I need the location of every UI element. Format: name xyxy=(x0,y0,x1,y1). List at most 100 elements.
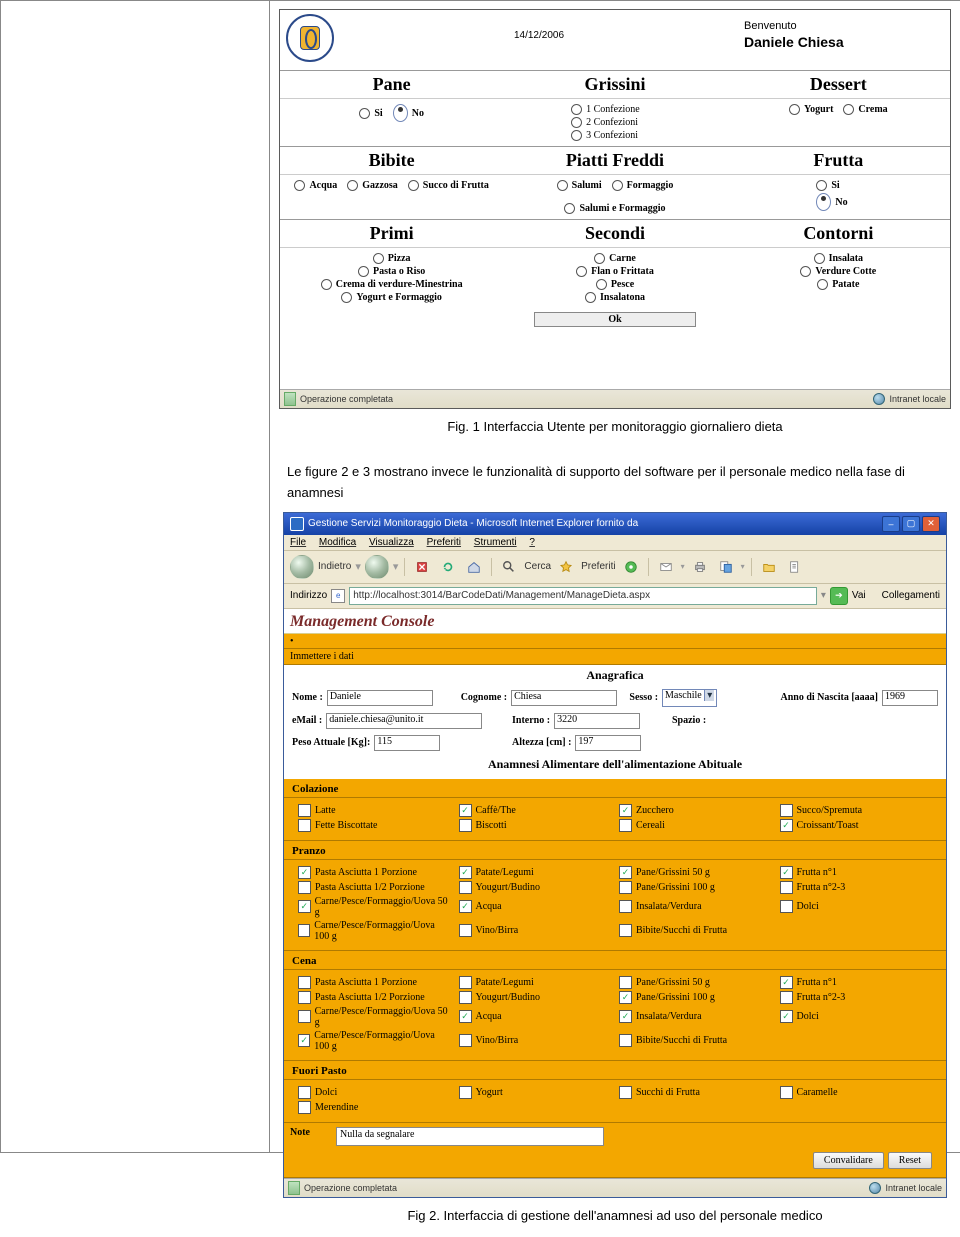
checkbox[interactable] xyxy=(780,804,793,817)
checkbox[interactable]: ✓ xyxy=(780,1010,793,1023)
radio-primi-pizza[interactable] xyxy=(373,253,384,264)
checkbox[interactable] xyxy=(459,1086,472,1099)
checkbox[interactable] xyxy=(780,991,793,1004)
radio-secondi-carne[interactable] xyxy=(594,253,605,264)
menu-preferiti[interactable]: Preferiti xyxy=(427,537,461,548)
go-button[interactable]: ➔ xyxy=(830,587,848,605)
refresh-button[interactable] xyxy=(437,556,459,578)
checkbox[interactable]: ✓ xyxy=(298,900,311,913)
checkbox[interactable]: ✓ xyxy=(619,1010,632,1023)
input-cognome[interactable]: Chiesa xyxy=(511,690,617,706)
radio-primi-crema[interactable] xyxy=(321,279,332,290)
input-altezza[interactable]: 197 xyxy=(575,735,641,751)
folder-button[interactable] xyxy=(758,556,780,578)
radio-dessert-yogurt[interactable] xyxy=(789,104,800,115)
checkbox[interactable]: ✓ xyxy=(459,866,472,879)
menu-modifica[interactable]: Modifica xyxy=(319,537,356,548)
radio-contorni-verdure[interactable] xyxy=(800,266,811,277)
validate-button[interactable]: Convalidare xyxy=(813,1152,884,1169)
menu-help[interactable]: ? xyxy=(529,537,535,548)
checkbox[interactable] xyxy=(619,900,632,913)
stop-button[interactable] xyxy=(411,556,433,578)
checkbox[interactable] xyxy=(459,976,472,989)
checkbox[interactable] xyxy=(298,1101,311,1114)
ok-button[interactable]: Ok xyxy=(534,312,696,327)
back-button[interactable] xyxy=(290,555,314,579)
checkbox[interactable]: ✓ xyxy=(459,900,472,913)
checkbox[interactable]: ✓ xyxy=(780,866,793,879)
radio-secondi-insalatona[interactable] xyxy=(585,292,596,303)
radio-piatti-salumi[interactable] xyxy=(557,180,568,191)
forward-button[interactable] xyxy=(365,555,389,579)
checkbox[interactable]: ✓ xyxy=(298,1034,310,1047)
input-note[interactable]: Nulla da segnalare xyxy=(336,1127,604,1146)
media-button[interactable] xyxy=(620,556,642,578)
checkbox[interactable] xyxy=(459,924,472,937)
checkbox[interactable] xyxy=(298,976,311,989)
edit-button[interactable] xyxy=(715,556,737,578)
checkbox[interactable] xyxy=(298,991,311,1004)
checkbox[interactable] xyxy=(298,924,310,937)
checkbox[interactable]: ✓ xyxy=(780,819,793,832)
radio-frutta-si[interactable] xyxy=(816,180,827,191)
radio-primi-yogurt[interactable] xyxy=(341,292,352,303)
reset-button[interactable]: Reset xyxy=(888,1152,932,1169)
close-button[interactable]: ✕ xyxy=(922,516,940,532)
print-button[interactable] xyxy=(689,556,711,578)
radio-pane-si[interactable] xyxy=(359,108,370,119)
input-nome[interactable]: Daniele xyxy=(327,690,433,706)
search-button[interactable] xyxy=(498,556,520,578)
checkbox[interactable] xyxy=(298,881,311,894)
checkbox[interactable] xyxy=(298,1010,311,1023)
checkbox[interactable] xyxy=(298,819,311,832)
radio-bibite-acqua[interactable] xyxy=(294,180,305,191)
menu-strumenti[interactable]: Strumenti xyxy=(474,537,517,548)
radio-secondi-flan[interactable] xyxy=(576,266,587,277)
menu-visualizza[interactable]: Visualizza xyxy=(369,537,414,548)
home-button[interactable] xyxy=(463,556,485,578)
checkbox[interactable] xyxy=(619,1034,632,1047)
checkbox[interactable] xyxy=(780,1086,793,1099)
checkbox[interactable] xyxy=(459,819,472,832)
input-interno[interactable]: 3220 xyxy=(554,713,640,729)
checkbox[interactable]: ✓ xyxy=(459,1010,472,1023)
checkbox[interactable]: ✓ xyxy=(619,804,632,817)
research-button[interactable] xyxy=(784,556,806,578)
checkbox[interactable] xyxy=(459,881,472,894)
menu-file[interactable]: File xyxy=(290,537,306,548)
mail-button[interactable] xyxy=(655,556,677,578)
checkbox[interactable]: ✓ xyxy=(619,991,632,1004)
checkbox[interactable]: ✓ xyxy=(619,866,632,879)
select-sesso[interactable]: Maschile ▾ xyxy=(662,689,717,707)
radio-bibite-gazzosa[interactable] xyxy=(347,180,358,191)
input-email[interactable]: daniele.chiesa@unito.it xyxy=(326,713,482,729)
radio-contorni-patate[interactable] xyxy=(817,279,828,290)
radio-frutta-no[interactable] xyxy=(816,193,831,211)
radio-grissini-1[interactable] xyxy=(571,104,582,115)
radio-piatti-formaggio[interactable] xyxy=(612,180,623,191)
checkbox[interactable] xyxy=(619,819,632,832)
input-peso[interactable]: 115 xyxy=(374,735,440,751)
checkbox[interactable] xyxy=(459,991,472,1004)
radio-grissini-3[interactable] xyxy=(571,130,582,141)
checkbox[interactable] xyxy=(298,1086,311,1099)
favorites-button[interactable] xyxy=(555,556,577,578)
input-spazio[interactable] xyxy=(710,714,794,728)
radio-pane-no[interactable] xyxy=(393,104,408,122)
checkbox[interactable]: ✓ xyxy=(459,804,472,817)
maximize-button[interactable]: ▢ xyxy=(902,516,920,532)
radio-piatti-sef[interactable] xyxy=(564,203,575,214)
checkbox[interactable] xyxy=(780,900,793,913)
input-anno[interactable]: 1969 xyxy=(882,690,938,706)
checkbox[interactable] xyxy=(298,804,311,817)
checkbox[interactable] xyxy=(619,881,632,894)
address-input[interactable]: http://localhost:3014/BarCodeDati/Manage… xyxy=(349,587,817,605)
radio-secondi-pesce[interactable] xyxy=(596,279,607,290)
checkbox[interactable] xyxy=(619,924,632,937)
checkbox[interactable] xyxy=(619,976,632,989)
radio-contorni-insalata[interactable] xyxy=(814,253,825,264)
checkbox[interactable] xyxy=(459,1034,472,1047)
radio-grissini-2[interactable] xyxy=(571,117,582,128)
checkbox[interactable] xyxy=(619,1086,632,1099)
radio-primi-pasta[interactable] xyxy=(358,266,369,277)
